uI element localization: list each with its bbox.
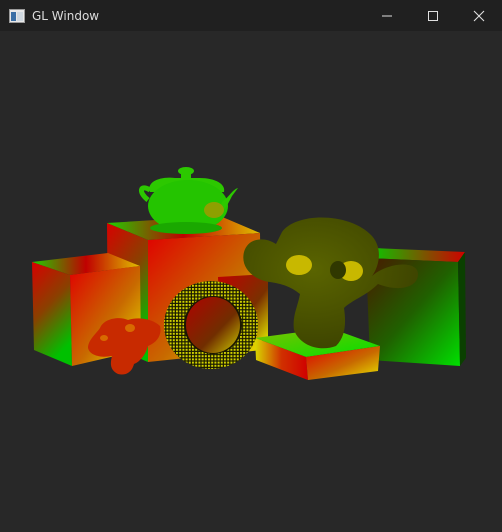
window-controls	[364, 0, 502, 31]
close-button[interactable]	[456, 0, 502, 31]
gl-viewport[interactable]	[0, 31, 502, 532]
close-icon	[473, 10, 485, 21]
scene-canvas	[32, 167, 466, 380]
torus-wireframe	[164, 281, 258, 369]
cube-right	[366, 248, 466, 366]
window-title: GL Window	[32, 8, 100, 23]
maximize-button[interactable]	[410, 0, 456, 31]
gl-window: GL Window	[0, 0, 502, 532]
minimize-button[interactable]	[364, 0, 410, 31]
title-bar[interactable]: GL Window	[0, 0, 502, 31]
maximize-icon	[428, 10, 438, 21]
app-window-icon	[9, 8, 25, 23]
minimize-icon	[382, 15, 392, 16]
